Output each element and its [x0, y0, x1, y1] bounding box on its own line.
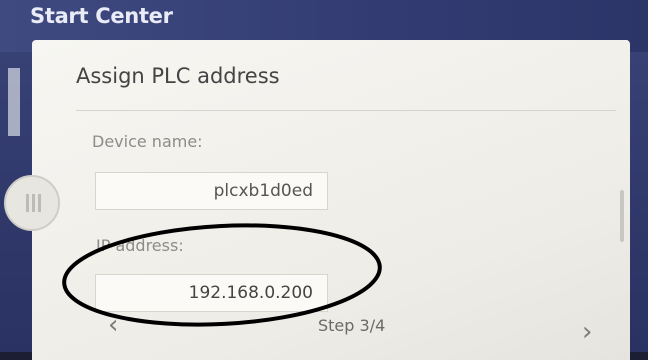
side-tab[interactable]: [8, 68, 20, 136]
device-name-field[interactable]: plcxb1d0ed: [95, 172, 328, 210]
ip-address-field[interactable]: 192.168.0.200: [95, 274, 328, 312]
device-name-label: Device name:: [92, 132, 203, 151]
panel-title: Assign PLC address: [76, 64, 280, 88]
next-step-button[interactable]: ›: [582, 317, 592, 347]
previous-step-button[interactable]: ‹: [108, 310, 118, 340]
ip-address-label: IP address:: [96, 236, 184, 255]
divider: [76, 110, 616, 111]
wizard-panel: Assign PLC address Device name: plcxb1d0…: [32, 40, 630, 360]
drag-handle-icon[interactable]: [4, 175, 60, 231]
step-indicator: Step 3/4: [318, 316, 386, 335]
window-title: Start Center: [30, 4, 173, 28]
scrollbar[interactable]: [620, 190, 624, 242]
